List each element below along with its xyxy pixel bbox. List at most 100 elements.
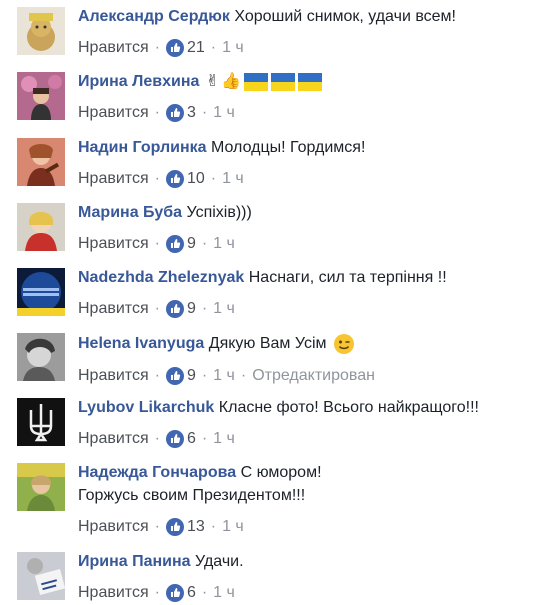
like-button[interactable]: Нравится — [78, 38, 149, 58]
thumbs-up-icon — [165, 300, 184, 318]
comment-time[interactable]: 1 ч — [222, 517, 244, 537]
separator: · — [154, 300, 160, 317]
reaction-count-button[interactable]: 13 — [165, 517, 205, 537]
comment-line: Ирина Левхина ✌ 👍 — [78, 72, 544, 92]
woman-flowers-avatar[interactable] — [17, 72, 65, 120]
like-button[interactable]: Нравится — [78, 299, 149, 319]
comment-line: Helena Ivanyuga Дякую Вам Усім — [78, 333, 544, 355]
like-count: 13 — [186, 518, 205, 535]
like-count: 21 — [186, 39, 205, 56]
thumbs-up-icon — [165, 235, 184, 253]
reaction-count-button[interactable]: 9 — [165, 299, 196, 319]
comment-actions: Нравится · 9 · 1 ч — [78, 299, 544, 319]
like-count: 9 — [186, 300, 196, 317]
comment-text: Дякую Вам Усім — [208, 335, 327, 353]
comment-actions: Нравится · 10 · 1 ч — [78, 169, 544, 189]
reaction-count-button[interactable]: 6 — [165, 583, 196, 603]
comment-author[interactable]: Lyubov Likarchuk — [78, 399, 214, 416]
thumbs-up-icon — [165, 39, 184, 57]
comment-line: Александр Сердюк Хороший снимок, удачи в… — [78, 7, 544, 27]
comment-actions: Нравится · 6 · 1 ч — [78, 429, 544, 449]
comment-line: Nadezhda Zheleznyak Наснаги, сил та терп… — [78, 268, 544, 288]
comment-time[interactable]: 1 ч — [213, 429, 235, 449]
thumbs-up-icon — [165, 518, 184, 536]
comment-time[interactable]: 1 ч — [213, 234, 235, 254]
comment-time[interactable]: 1 ч — [213, 299, 235, 319]
separator: · — [154, 104, 160, 122]
comment-time[interactable]: 1 ч — [213, 103, 235, 123]
like-button[interactable]: Нравится — [78, 429, 149, 449]
woman-sign-avatar[interactable] — [17, 552, 65, 600]
comment-author[interactable]: Ирина Левхина — [78, 73, 199, 90]
comment-author[interactable]: Helena Ivanyuga — [78, 335, 204, 352]
violinist-avatar[interactable] — [17, 138, 65, 186]
separator: · — [201, 235, 208, 252]
comment-time[interactable]: 1 ч — [222, 38, 244, 58]
comment-time[interactable]: 1 ч — [213, 366, 235, 386]
comment-author[interactable]: Марина Буба — [78, 204, 182, 221]
comment-actions: Нравится · 9 · 1 ч — [78, 234, 544, 254]
comment-author[interactable]: Ирина Панина — [78, 553, 191, 570]
reaction-count-button[interactable]: 9 — [165, 366, 196, 386]
comment-line: Надежда Гончарова С юмором! — [78, 463, 544, 483]
like-button[interactable]: Нравится — [78, 103, 149, 123]
comment-text: Класне фото! Всього найкращого!!! — [218, 399, 479, 416]
thumbs-up-icon — [165, 170, 184, 188]
like-count: 3 — [186, 104, 196, 122]
reaction-count-button[interactable]: 3 — [165, 103, 196, 123]
like-count: 6 — [186, 430, 196, 447]
comment-text: Наснаги, сил та терпіння !! — [248, 269, 447, 286]
reaction-count-button[interactable]: 6 — [165, 429, 196, 449]
thumbs-up-icon — [165, 367, 184, 385]
woman-red-scarf-avatar[interactable] — [17, 203, 65, 251]
separator: · — [240, 367, 247, 384]
comment-line: Надин Горлинка Молодцы! Гордимся! — [78, 138, 544, 158]
reaction-count-button[interactable]: 10 — [165, 169, 205, 189]
thumbs-up-icon — [165, 104, 184, 123]
reaction-count-button[interactable]: 21 — [165, 38, 205, 58]
separator: · — [154, 367, 160, 384]
comment-text: Молодцы! Гордимся! — [211, 139, 366, 156]
separator: · — [201, 300, 208, 317]
trident-avatar[interactable] — [17, 398, 65, 446]
woman-field-avatar[interactable] — [17, 463, 65, 511]
comment-author[interactable]: Nadezhda Zheleznyak — [78, 269, 244, 286]
ukraine-flag-emoji — [298, 73, 323, 91]
separator: · — [154, 235, 160, 252]
separator: · — [154, 170, 160, 187]
comment-actions: Нравится · 3 · 1 ч — [78, 103, 544, 123]
like-button[interactable]: Нравится — [78, 517, 149, 537]
separator: · — [210, 39, 217, 56]
like-button[interactable]: Нравится — [78, 583, 149, 603]
separator: · — [201, 584, 208, 601]
like-button[interactable]: Нравится — [78, 366, 149, 386]
comment-author[interactable]: Надежда Гончарова — [78, 464, 236, 481]
blue-badge-avatar[interactable] — [17, 268, 65, 316]
separator: · — [154, 518, 160, 535]
comment-author[interactable]: Александр Сердюк — [78, 8, 230, 25]
ukraine-flag-emoji — [271, 73, 296, 91]
thumbs-up-emoji: 👍 — [221, 73, 242, 90]
reaction-count-button[interactable]: 9 — [165, 234, 196, 254]
comment-time[interactable]: 1 ч — [213, 583, 235, 603]
like-button[interactable]: Нравится — [78, 169, 149, 189]
separator: · — [210, 170, 217, 187]
like-button[interactable]: Нравится — [78, 234, 149, 254]
separator: · — [210, 518, 217, 535]
comment-line: Марина Буба Успіхів))) — [78, 203, 544, 223]
edited-link[interactable]: Отредактирован — [252, 366, 375, 386]
comment-time[interactable]: 1 ч — [222, 169, 244, 189]
thumbs-up-icon — [165, 430, 184, 448]
like-count: 9 — [186, 367, 196, 384]
like-count: 9 — [186, 235, 196, 252]
separator: · — [154, 39, 160, 56]
like-count: 6 — [186, 584, 196, 601]
comment-author[interactable]: Надин Горлинка — [78, 139, 207, 156]
winking-face-emoji — [333, 334, 354, 354]
thumbs-up-icon — [165, 584, 184, 602]
separator: · — [154, 430, 160, 447]
comment-line: Ирина Панина Удачи. — [78, 552, 544, 572]
teddy-bear-avatar[interactable] — [17, 7, 65, 55]
woman-bw-avatar[interactable] — [17, 333, 65, 381]
comment-actions: Нравится · 21 · 1 ч — [78, 38, 544, 58]
